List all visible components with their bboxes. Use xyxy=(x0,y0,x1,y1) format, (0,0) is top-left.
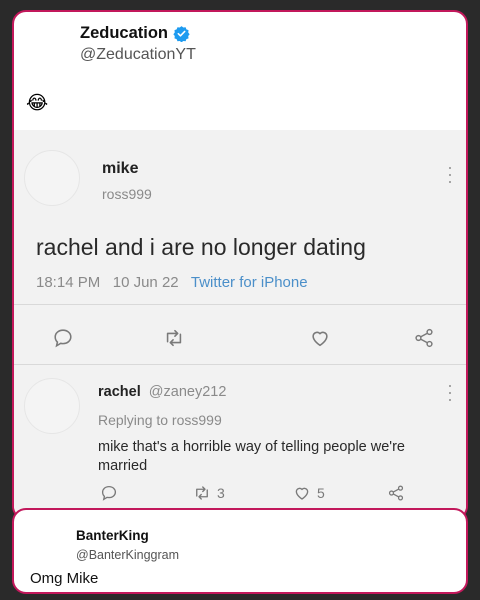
reply-button[interactable] xyxy=(100,484,118,502)
replying-to-label: Replying to ross999 xyxy=(98,412,222,428)
share-button[interactable] xyxy=(386,484,406,502)
commenter-handle[interactable]: @BanterKinggram xyxy=(76,548,179,562)
like-count: 5 xyxy=(317,485,325,501)
retweet-icon xyxy=(166,329,182,347)
reply-text-line-1: mike that's a horrible way of telling pe… xyxy=(98,439,405,455)
comment-card: BanterKing @BanterKinggram Omg Mike xyxy=(12,508,468,594)
retweet-count: 3 xyxy=(217,485,225,501)
tweet-author-name[interactable]: mike xyxy=(102,160,138,178)
comment-icon xyxy=(101,485,117,501)
tweet-source[interactable]: Twitter for iPhone xyxy=(191,274,308,291)
tweet-meta: 18:14 PM 10 Jun 22 Twitter for iPhone xyxy=(36,274,308,291)
share-icon xyxy=(415,328,433,348)
tweet-author-handle[interactable]: ross999 xyxy=(102,186,152,202)
retweet-button[interactable] xyxy=(162,327,186,349)
post-card: Zeducation @ZeducationYT 😂 mike ross999 … xyxy=(12,10,468,520)
avatar[interactable] xyxy=(24,378,80,434)
tweet-text: rachel and i are no longer dating xyxy=(36,234,366,260)
embedded-tweet-screenshot: mike ross999 · · · rachel and i are no lon… xyxy=(14,130,466,518)
more-icon[interactable]: · · · xyxy=(446,158,454,190)
reply-author-handle[interactable]: @zaney212 xyxy=(149,384,227,400)
poster-name[interactable]: Zeducation xyxy=(80,24,168,43)
heart-icon xyxy=(295,487,309,500)
share-button[interactable] xyxy=(412,327,436,349)
laughing-emoji: 😂 xyxy=(26,93,49,114)
commenter-name[interactable]: BanterKing xyxy=(76,528,149,543)
divider xyxy=(14,304,466,305)
tweet-time: 18:14 PM xyxy=(36,274,101,291)
reply-author-name[interactable]: rachel xyxy=(98,384,141,400)
comment-icon xyxy=(54,329,72,348)
more-icon[interactable]: · · · xyxy=(446,376,454,408)
retweet-icon xyxy=(196,486,208,500)
retweet-button[interactable]: 3 xyxy=(192,484,225,502)
heart-icon xyxy=(312,331,328,347)
comment-text: Omg Mike xyxy=(30,570,99,587)
avatar[interactable] xyxy=(24,150,80,206)
poster-handle[interactable]: @ZeducationYT xyxy=(80,46,196,64)
verified-icon xyxy=(173,26,190,42)
like-button[interactable]: 5 xyxy=(292,484,325,502)
poster-name-row: Zeducation xyxy=(80,24,190,43)
reply-text-line-2: married xyxy=(98,458,148,474)
tweet-date: 10 Jun 22 xyxy=(112,274,179,291)
reply-author-row: rachel @zaney212 xyxy=(98,384,226,400)
share-icon xyxy=(388,485,404,501)
reply-button[interactable] xyxy=(52,327,74,349)
like-button[interactable] xyxy=(308,327,332,349)
divider xyxy=(14,364,466,365)
reply-text: mike that's a horrible way of telling pe… xyxy=(98,438,405,476)
